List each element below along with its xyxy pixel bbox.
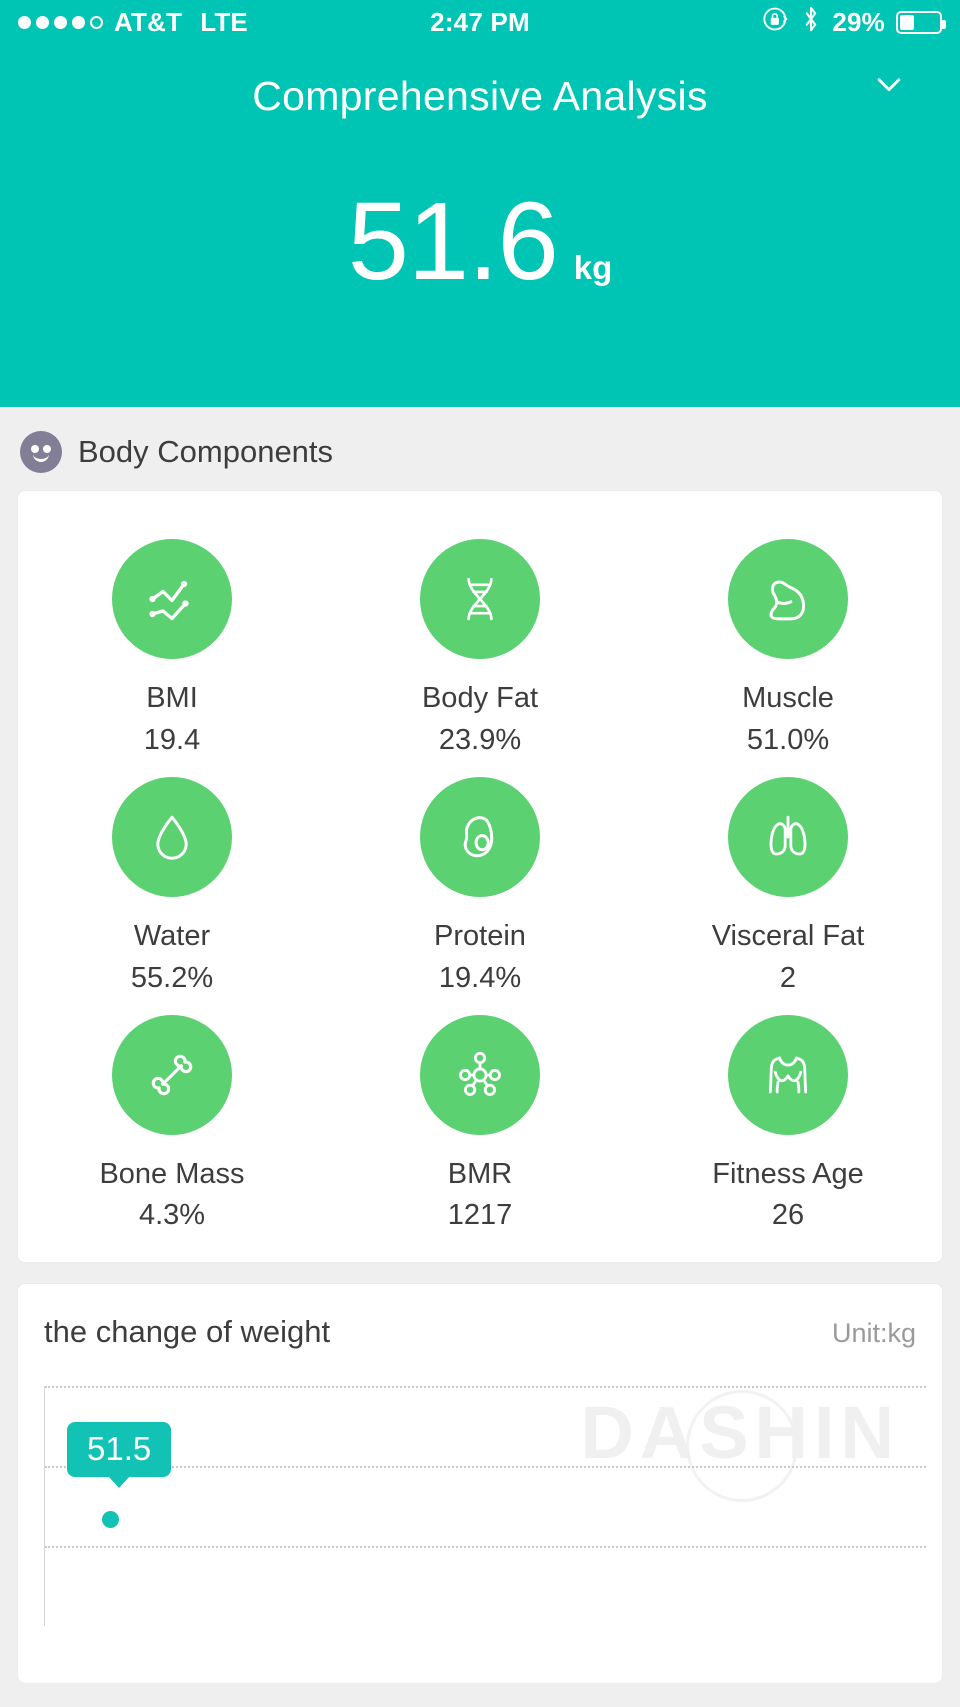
metric-label: BMI xyxy=(146,682,198,714)
chart-data-point[interactable] xyxy=(102,1511,119,1529)
weight-change-card: the change of weight Unit:kg DASHIN 51.5 xyxy=(18,1284,942,1684)
smiley-eye-left xyxy=(31,445,39,453)
battery-icon xyxy=(896,10,946,34)
metric-label: Body Fat xyxy=(421,682,539,714)
metric-label: Water xyxy=(133,919,211,952)
molecule-icon xyxy=(420,1014,540,1135)
signal-dot xyxy=(72,15,85,29)
metric-cell-bmi[interactable]: BMI 19.4 xyxy=(18,539,326,757)
metric-value: 1217 xyxy=(447,1199,513,1232)
status-bar-left: AT&T LTE xyxy=(18,7,248,38)
metric-label: BMR xyxy=(447,1157,513,1190)
water-drop-icon xyxy=(112,776,232,897)
metric-value: 51.0% xyxy=(746,723,830,756)
metric-value: 4.3% xyxy=(138,1199,206,1232)
network-type-label: LTE xyxy=(200,6,248,37)
metric-value: 2 xyxy=(779,961,797,994)
metrics-grid: BMI 19.4 Body Fat 23.9% Muscle 51.0% Wat… xyxy=(18,491,942,1262)
metric-label: Protein xyxy=(434,919,526,952)
signal-dot-empty xyxy=(90,15,103,29)
watermark-arc-icon xyxy=(686,1390,798,1503)
metric-cell-muscle[interactable]: Muscle 51.0% xyxy=(634,539,942,757)
torso-icon xyxy=(728,1014,848,1135)
metric-value: 26 xyxy=(771,1199,805,1232)
smiley-face-icon xyxy=(20,431,62,473)
status-bar: AT&T LTE 2:47 PM 29% xyxy=(0,0,960,44)
status-bar-right: 29% xyxy=(762,5,946,40)
lungs-icon xyxy=(728,776,848,897)
app-header: Comprehensive Analysis 51.6 kg xyxy=(0,44,960,407)
metric-value: 55.2% xyxy=(130,961,214,994)
metric-value: 23.9% xyxy=(438,723,522,756)
header-title-row: Comprehensive Analysis xyxy=(0,44,960,124)
body-components-card: BMI 19.4 Body Fat 23.9% Muscle 51.0% Wat… xyxy=(18,491,942,1263)
metric-cell-bmr[interactable]: BMR 1217 xyxy=(326,1014,634,1233)
avocado-icon xyxy=(420,776,540,897)
carrier-label: AT&T xyxy=(114,6,183,37)
metric-cell-bone-mass[interactable]: Bone Mass 4.3% xyxy=(18,1014,326,1233)
metric-cell-body-fat[interactable]: Body Fat 23.9% xyxy=(326,539,634,757)
bluetooth-icon xyxy=(801,5,821,40)
chart-header: the change of weight Unit:kg xyxy=(44,1314,916,1350)
muscle-arm-icon xyxy=(728,539,848,659)
metric-label: Fitness Age xyxy=(712,1157,864,1190)
dna-icon xyxy=(420,539,540,659)
metric-value: 19.4 xyxy=(143,723,201,756)
section-title: Body Components xyxy=(78,434,334,469)
chart-gridline xyxy=(45,1386,926,1389)
metric-cell-fitness-age[interactable]: Fitness Age 26 xyxy=(634,1014,942,1233)
chart-unit-label: Unit:kg xyxy=(831,1318,916,1349)
current-weight: 51.6 kg xyxy=(0,187,960,297)
chart-gridline xyxy=(45,1466,926,1469)
metric-cell-water[interactable]: Water 55.2% xyxy=(18,776,326,995)
smiley-mouth xyxy=(33,454,49,462)
page-title: Comprehensive Analysis xyxy=(252,72,708,119)
chart-title: the change of weight xyxy=(44,1314,331,1350)
metric-label: Bone Mass xyxy=(99,1157,245,1190)
weight-value: 51.6 xyxy=(347,180,559,303)
battery-fill xyxy=(900,14,915,30)
metric-cell-visceral-fat[interactable]: Visceral Fat 2 xyxy=(634,776,942,995)
data-point-tooltip: 51.5 xyxy=(67,1422,172,1477)
bone-icon xyxy=(112,1014,232,1135)
metric-value: 19.4% xyxy=(438,961,522,994)
line-chart-icon xyxy=(112,539,232,659)
weight-chart-plot[interactable]: DASHIN 51.5 xyxy=(44,1386,926,1627)
chevron-down-icon[interactable] xyxy=(872,67,906,101)
signal-strength-icon xyxy=(18,15,103,29)
metric-label: Visceral Fat xyxy=(711,919,865,952)
metric-label: Muscle xyxy=(742,682,834,714)
smiley-eye-right xyxy=(43,445,51,453)
weight-unit: kg xyxy=(573,249,613,286)
rotation-lock-icon xyxy=(762,5,790,40)
signal-dot xyxy=(54,15,67,29)
metric-cell-protein[interactable]: Protein 19.4% xyxy=(326,776,634,995)
signal-dot xyxy=(36,15,49,29)
chart-gridline xyxy=(45,1546,926,1549)
body-components-section-header: Body Components xyxy=(0,407,960,491)
battery-percent-label: 29% xyxy=(832,6,885,37)
signal-dot xyxy=(18,15,31,29)
